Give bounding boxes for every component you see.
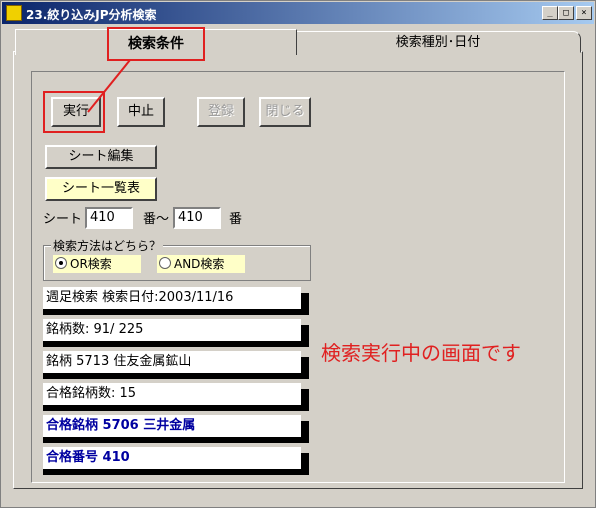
sheet-suffix: 番 xyxy=(229,212,243,227)
status-passed-stock: 合格銘柄 5706 三井金属 xyxy=(43,415,301,437)
close-button[interactable]: 閉じる xyxy=(259,97,311,127)
register-button[interactable]: 登録 xyxy=(197,97,245,127)
run-button-highlight xyxy=(43,91,105,133)
sheet-from-field[interactable]: 410 xyxy=(85,207,133,229)
tab-search-type-date[interactable]: 検索種別･日付 xyxy=(295,31,581,53)
window-title: 23.絞り込みJP分析検索 xyxy=(26,8,157,22)
close-window-button[interactable]: × xyxy=(576,6,592,20)
app-window: 23.絞り込みJP分析検索 _ □ × 検索種別･日付 検索条件 実行 中止 登… xyxy=(0,0,596,508)
maximize-button[interactable]: □ xyxy=(558,6,574,20)
annotation-note: 検索実行中の画面です xyxy=(321,341,521,365)
search-method-title: 検索方法はどちら？ xyxy=(51,237,164,254)
sheet-to-field[interactable]: 410 xyxy=(173,207,221,229)
radio-and-dot xyxy=(159,257,171,269)
sheet-list-button[interactable]: シート一覧表 xyxy=(45,177,157,201)
radio-or-label: OR検索 xyxy=(70,257,112,271)
status-current-stock: 銘柄 5713 住友金属鉱山 xyxy=(43,351,301,373)
status-passed-number: 合格番号 410 xyxy=(43,447,301,469)
radio-and-label: AND検索 xyxy=(174,257,225,271)
stop-button[interactable]: 中止 xyxy=(117,97,165,127)
tab-search-conditions-label[interactable]: 検索条件 xyxy=(107,27,205,61)
radio-and-search[interactable]: AND検索 xyxy=(157,255,245,273)
sheet-label: シート xyxy=(43,212,83,227)
title-bar: 23.絞り込みJP分析検索 _ □ × xyxy=(2,2,594,24)
radio-or-search[interactable]: OR検索 xyxy=(53,255,141,273)
status-passed-count: 合格銘柄数: 15 xyxy=(43,383,301,405)
radio-or-dot xyxy=(55,257,67,269)
status-search-date: 週足検索 検索日付:2003/11/16 xyxy=(43,287,301,309)
minimize-button[interactable]: _ xyxy=(542,6,558,20)
edit-sheet-button[interactable]: シート編集 xyxy=(45,145,157,169)
app-icon xyxy=(6,5,22,21)
status-stock-count: 銘柄数: 91/ 225 xyxy=(43,319,301,341)
sheet-range-separator: 番〜 xyxy=(143,212,170,227)
